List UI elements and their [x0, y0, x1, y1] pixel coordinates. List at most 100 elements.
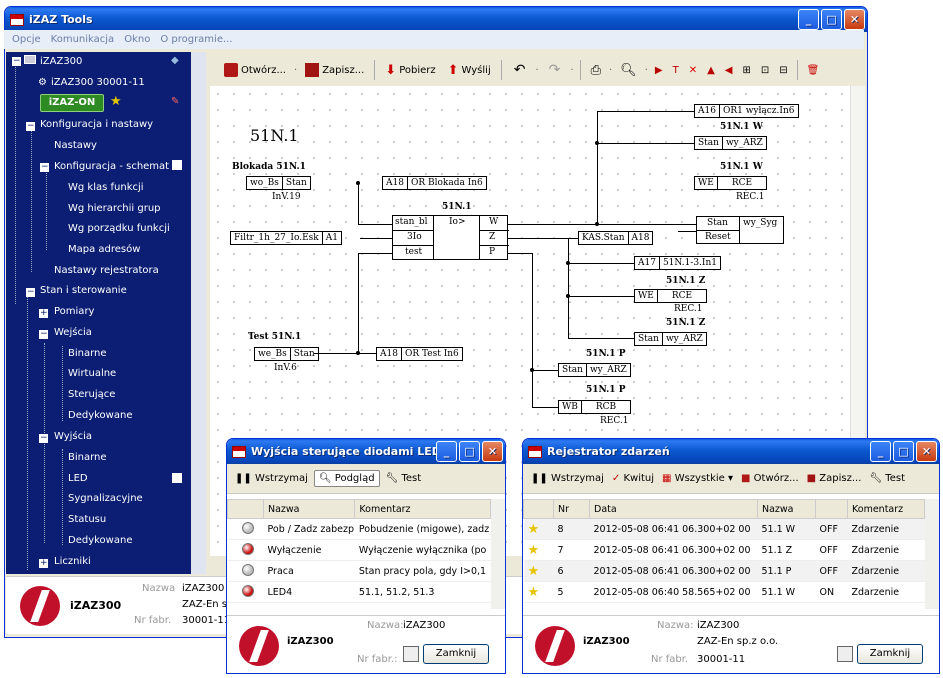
a17-block[interactable]: A17 51N.1-3.In1	[634, 256, 721, 270]
maximize-button[interactable]: □	[821, 9, 842, 30]
table-row[interactable]: ★ 6 2012-05-08 06:41 06.300+02 00 51.1 P OFF…	[523, 560, 925, 582]
expand-icon[interactable]: −	[26, 122, 35, 131]
add-text-icon[interactable]: T	[673, 65, 679, 76]
led-title-bar[interactable]: Wyjścia sterujące diodami LED _ □ ✕	[227, 439, 505, 464]
rej-scrollbar[interactable]	[925, 499, 939, 609]
minimize-button[interactable]: _	[798, 9, 819, 30]
save-button[interactable]: ■ Zapisz...	[807, 473, 862, 484]
sygnal-block[interactable]: Stan wy_Syg Reset	[696, 216, 784, 244]
open-button[interactable]: ■ Otwórz...	[741, 473, 799, 484]
tree-item-hierarchii[interactable]: Wg hierarchii grup	[68, 200, 161, 218]
tree-device[interactable]: ⚙ iZAZ300 30001-11	[38, 74, 145, 92]
tree-item-wy-dedykowane[interactable]: Dedykowane	[68, 532, 132, 550]
mirror-icon[interactable]: ◀	[725, 65, 733, 76]
stan-wyarz-block-3[interactable]: Stan wy_ARZ	[558, 363, 631, 377]
rej-close-button[interactable]: Zamknij	[857, 644, 923, 664]
tree-item-binarne[interactable]: Binarne	[68, 345, 107, 363]
table-row[interactable]: LED4 51.1, 51.2, 51.3	[227, 581, 491, 603]
we-rce-block-1[interactable]: WE RCE	[694, 176, 768, 190]
menu-okno[interactable]: Okno	[124, 34, 150, 45]
we-rce-block-2[interactable]: WE RCE	[634, 289, 708, 303]
tree-item-mapa[interactable]: Mapa adresów	[68, 241, 140, 259]
table-row[interactable]: Praca Stan pracy pola, gdy I>0,1	[227, 560, 491, 582]
tree-scrollbar[interactable]	[191, 52, 206, 574]
all-button[interactable]: ▦ Wszystkie ▾	[662, 473, 733, 484]
tree-item-wejscia[interactable]: Wejścia	[54, 324, 92, 342]
tree-item-wy-binarne[interactable]: Binarne	[68, 449, 107, 467]
download-button[interactable]: ⬇ Pobierz	[381, 59, 439, 81]
tree-item-nastawy-rej[interactable]: Nastawy rejestratora	[54, 262, 159, 280]
main-title-bar[interactable]: iZAZ Tools _ □ ✕	[5, 7, 867, 32]
tree-item-klas[interactable]: Wg klas funkcji	[68, 179, 144, 197]
print-icon[interactable]	[837, 646, 853, 662]
print-icon[interactable]	[403, 646, 419, 662]
or1-block[interactable]: A16 OR1 wyłącz.In6	[694, 104, 799, 118]
preview-button[interactable]: 🔍︎ Podgląd	[313, 470, 380, 487]
tree-item-led[interactable]: LED	[68, 470, 88, 488]
test-button[interactable]: 🔧︎ Test	[386, 473, 422, 484]
zoom-icon[interactable]: 🔍︎	[620, 63, 637, 78]
expand-icon[interactable]: +	[39, 559, 48, 568]
main-function-block[interactable]: stan_bl Io> 3Io test W Z P	[392, 215, 509, 260]
tree-item-schemat[interactable]: Konfiguracja - schemat	[54, 158, 169, 176]
expand-icon[interactable]: −	[40, 163, 49, 172]
pause-button[interactable]: ❚❚ Wstrzymaj	[235, 473, 308, 484]
root-collapse-icon[interactable]: −	[12, 57, 21, 66]
tree-root[interactable]: iZAZ300	[24, 53, 82, 71]
maximize-button[interactable]: □	[459, 441, 480, 462]
redo-icon[interactable]: ↷	[549, 62, 561, 78]
test-button[interactable]: 🔧︎ Test	[869, 473, 905, 484]
tree-item-konfiguracja[interactable]: Konfiguracja i nastawy	[40, 116, 153, 134]
close-button[interactable]: ✕	[916, 441, 937, 462]
minimize-button[interactable]: _	[870, 441, 891, 462]
stan-wyarz-block-2[interactable]: Stan wy_ARZ	[634, 332, 707, 346]
tree-item-stan[interactable]: Stan i sterowanie	[40, 282, 127, 300]
table-row[interactable]: ★ 8 2012-05-08 06:41 06.300+02 00 51.1 W OFF…	[523, 518, 925, 540]
print-icon[interactable]: ⎙	[591, 63, 601, 78]
table-row[interactable]: Wyłączenie Wyłączenie wyłącznika (po	[227, 539, 491, 561]
test-input-block[interactable]: we_Bs Stan	[254, 347, 319, 361]
save-button[interactable]: Zapisz...	[301, 59, 368, 81]
tree-item-wirtualne[interactable]: Wirtualne	[68, 365, 116, 383]
menu-opcje[interactable]: Opcje	[12, 34, 41, 45]
tree-item-porzadku[interactable]: Wg porządku funkcji	[68, 220, 170, 238]
tree-item-pomiary[interactable]: Pomiary	[54, 303, 94, 321]
table-row[interactable]: Pob / Zadz zabezp Pobudzenie (migowe), za…	[227, 518, 491, 540]
edit-icon[interactable]: ✎	[171, 96, 179, 107]
ack-button[interactable]: ✓ Kwituj	[612, 473, 654, 484]
expand-icon[interactable]: −	[39, 330, 48, 339]
delete-icon[interactable]: ✕	[689, 65, 697, 76]
rej-title-bar[interactable]: Rejestrator zdarzeń _ □ ✕	[523, 439, 939, 464]
add-block-icon[interactable]: ▶	[655, 65, 663, 76]
blokada-input-block[interactable]: wo_Bs Stan	[246, 176, 311, 190]
tree-item-dedykowane[interactable]: Dedykowane	[68, 407, 132, 425]
or-blokada-block[interactable]: A18 OR Blokada In6	[382, 176, 487, 190]
distribute-icon[interactable]: ⊡	[761, 65, 769, 76]
minimize-button[interactable]: _	[436, 441, 457, 462]
expand-icon[interactable]: −	[39, 434, 48, 443]
wb-rcb-block[interactable]: WB RCB	[558, 400, 632, 414]
tree-item-sterujace[interactable]: Sterujące	[68, 386, 115, 404]
tree-item-statusu[interactable]: Statusu	[68, 511, 106, 529]
trash-icon[interactable]: 🗑︎	[807, 65, 820, 76]
undo-icon[interactable]: ↶	[514, 62, 526, 78]
maximize-button[interactable]: □	[893, 441, 914, 462]
open-button[interactable]: Otwórz...	[220, 59, 290, 81]
grid-icon[interactable]: ⊟	[779, 65, 787, 76]
flip-icon[interactable]: ▲	[707, 65, 715, 76]
table-row[interactable]: ★ 7 2012-05-08 06:41 06.300+02 00 51.1 Z OFF…	[523, 539, 925, 561]
stan-wyarz-block-1[interactable]: Stan wy_ARZ	[694, 136, 767, 150]
pause-button[interactable]: ❚❚ Wstrzymaj	[531, 473, 604, 484]
close-button[interactable]: ✕	[844, 9, 865, 30]
tree-item-sygnalizacyjne[interactable]: Sygnalizacyjne	[68, 490, 143, 508]
tree-item-liczniki[interactable]: Liczniki	[54, 553, 91, 571]
led-scrollbar[interactable]	[491, 499, 505, 609]
pin-icon[interactable]: ◆	[171, 55, 179, 66]
izaz-on-badge[interactable]: iZAZ-ON	[40, 94, 104, 112]
filtr-block[interactable]: Filtr_1h_27_Io.Esk A1	[230, 231, 342, 245]
send-button[interactable]: ⬆ Wyślij	[444, 59, 495, 81]
tree-item-nastawy[interactable]: Nastawy	[54, 137, 97, 155]
menu-komunikacja[interactable]: Komunikacja	[51, 34, 115, 45]
table-row[interactable]: ★ 5 2012-05-08 06:40 58.565+02 00 51.1 W ON Z…	[523, 581, 925, 603]
menu-o-programie[interactable]: O programie...	[160, 34, 232, 45]
